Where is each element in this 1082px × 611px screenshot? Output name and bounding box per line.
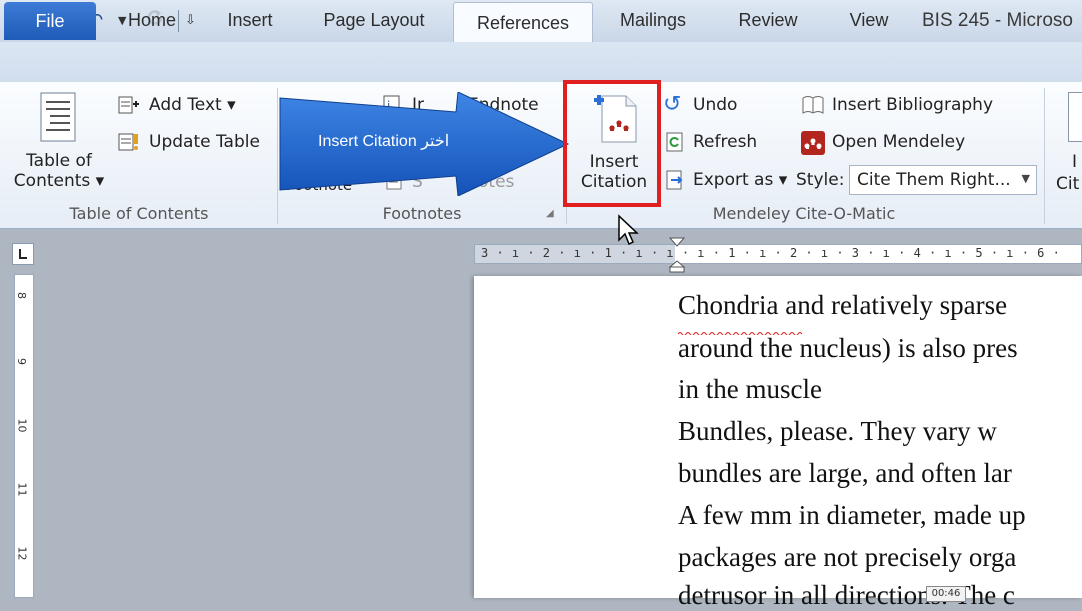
tab-home[interactable]: Home bbox=[110, 0, 194, 40]
add-text-icon bbox=[118, 94, 140, 120]
undo-citation-icon: ↺ bbox=[663, 92, 682, 117]
next-group-partial-1[interactable]: I bbox=[1072, 152, 1077, 172]
add-text-button[interactable]: Add Text ▾ bbox=[149, 95, 236, 115]
document-line[interactable]: packages are not precisely orga bbox=[678, 542, 1016, 573]
insert-bibliography-icon bbox=[801, 94, 825, 120]
vruler-number: 10 bbox=[15, 418, 29, 433]
horizontal-ruler[interactable]: 3 · ı · 2 · ı · 1 · ı · ı · ı · 1 · ı · … bbox=[474, 244, 1082, 264]
vruler-number: 11 bbox=[15, 482, 29, 497]
vruler-number: 8 bbox=[15, 292, 28, 299]
group-separator bbox=[1044, 88, 1045, 224]
export-icon bbox=[665, 170, 685, 194]
table-of-contents-button[interactable]: Table of Contents ▾ bbox=[12, 151, 106, 191]
document-line[interactable]: Bundles, please. They vary w bbox=[678, 416, 997, 447]
refresh-icon bbox=[665, 132, 685, 156]
document-line[interactable]: bundles are large, and often lar bbox=[678, 458, 1012, 489]
next-group-partial-2[interactable]: Cit bbox=[1056, 174, 1079, 194]
tab-insert[interactable]: Insert bbox=[210, 0, 290, 40]
callout-text: Insert Citation اختر bbox=[318, 133, 450, 150]
citation-style-select[interactable]: Cite Them Right... ▼ bbox=[849, 165, 1037, 195]
update-table-icon bbox=[118, 131, 140, 157]
document-line[interactable]: in the muscle bbox=[678, 374, 822, 405]
table-of-contents-icon[interactable] bbox=[40, 92, 76, 146]
toc-button-line2: Contents ▾ bbox=[13, 171, 105, 191]
open-mendeley-button[interactable]: Open Mendeley bbox=[832, 132, 965, 152]
vertical-ruler[interactable]: 8 9 10 11 12 bbox=[14, 274, 34, 598]
video-timestamp: 00:46 bbox=[926, 586, 966, 602]
tab-selector-button[interactable] bbox=[12, 243, 34, 265]
refresh-button[interactable]: Refresh bbox=[693, 132, 757, 152]
group-label-footnotes: Footnotes bbox=[382, 204, 462, 223]
mendeley-undo-button[interactable]: Undo bbox=[693, 95, 737, 115]
toc-button-line1: Table of bbox=[26, 151, 92, 171]
spellcheck-underline bbox=[677, 320, 803, 336]
tab-view[interactable]: View bbox=[834, 0, 904, 40]
vruler-number: 9 bbox=[15, 358, 28, 365]
mendeley-logo-icon bbox=[801, 131, 825, 159]
tab-mailings[interactable]: Mailings bbox=[605, 0, 701, 40]
update-table-button[interactable]: Update Table bbox=[149, 132, 260, 152]
group-label-table-of-contents: Table of Contents bbox=[69, 204, 209, 223]
window-title: BIS 245 - Microso bbox=[922, 10, 1073, 31]
ruler-ticks: 3 · ı · 2 · ı · 1 · ı · ı · ı · 1 · ı · … bbox=[481, 246, 1061, 260]
style-label: Style: bbox=[796, 170, 845, 190]
tab-file[interactable]: File bbox=[4, 2, 96, 40]
vruler-number: 12 bbox=[15, 546, 29, 561]
document-line[interactable]: A few mm in diameter, made up bbox=[678, 500, 1026, 531]
document-line[interactable]: Chondria and relatively sparse bbox=[678, 290, 1007, 321]
export-as-button[interactable]: Export as ▾ bbox=[693, 170, 787, 190]
chevron-down-icon: ▼ bbox=[1021, 172, 1030, 185]
tab-references[interactable]: References bbox=[453, 2, 593, 42]
insert-bibliography-button[interactable]: Insert Bibliography bbox=[832, 95, 993, 115]
mouse-cursor-icon bbox=[617, 214, 641, 252]
tab-review[interactable]: Review bbox=[725, 0, 811, 40]
highlight-box bbox=[563, 80, 661, 207]
ribbon-tab-strip bbox=[0, 42, 1082, 83]
indent-marker-icon[interactable] bbox=[668, 237, 686, 277]
tab-page-layout[interactable]: Page Layout bbox=[308, 0, 440, 40]
footnotes-dialog-launcher-icon[interactable]: ◢ bbox=[546, 208, 554, 219]
citation-style-value: Cite Them Right... bbox=[857, 170, 1011, 190]
document-line[interactable]: around the nucleus) is also pres bbox=[678, 333, 1018, 364]
next-group-icon bbox=[1068, 92, 1082, 142]
